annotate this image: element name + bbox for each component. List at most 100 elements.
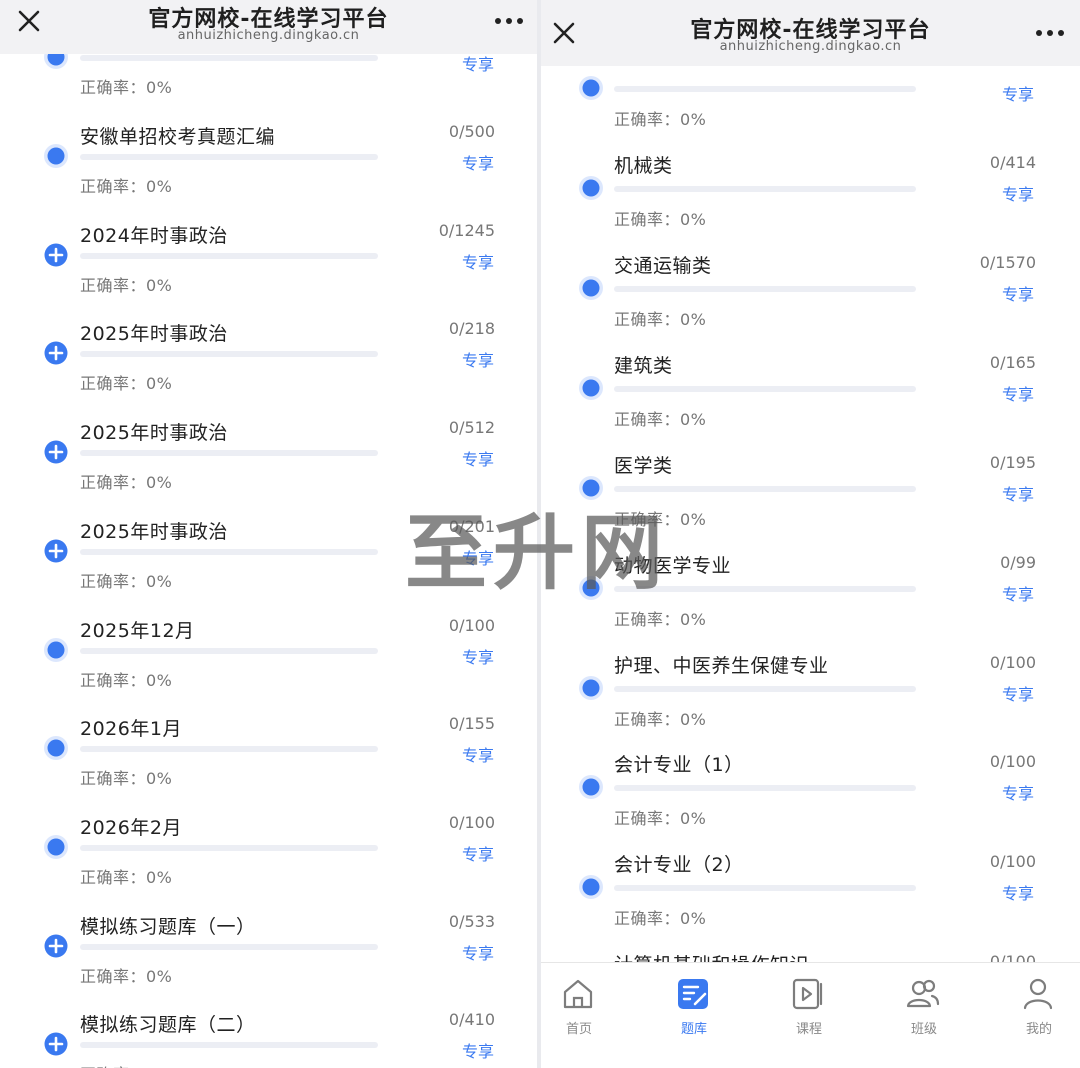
item-progress-count: 0/99 [1000,552,1036,572]
dot-icon[interactable] [578,675,604,701]
right-phone-screen: 专享 正确率：0% 机械类 0/414 专享 正确率：0% 交通运输类 0/1570 专享 正确率… [541,0,1080,1068]
dot-icon[interactable] [43,735,69,761]
item-progress-count: 0/100 [989,852,1036,872]
progress-bar [614,885,916,892]
dot-icon[interactable] [578,575,604,601]
list-item[interactable]: 2025年时事政治 0/201 专享 正确率：0% [0,505,537,604]
plus-circle-icon[interactable] [43,242,69,268]
exclusive-tag[interactable]: 专享 [1002,780,1034,804]
more-options-icon[interactable] [493,16,525,26]
list-item[interactable]: 模拟练习题库（二） 0/410 专享正确率：0% [0,998,537,1068]
exclusive-tag[interactable]: 专享 [462,51,494,75]
item-title: 2026年2月 [80,816,182,839]
plus-circle-icon[interactable] [43,439,69,465]
tab-course-play[interactable]: 课程 [769,963,849,1053]
list-item[interactable]: 交通运输类 0/1570 专享 正确率：0% [541,226,1080,329]
plus-circle-icon[interactable] [43,933,69,959]
plus-circle-icon[interactable] [43,1031,69,1057]
progress-bar [80,351,378,358]
exclusive-tag[interactable]: 专享 [462,742,494,766]
item-progress-count: 0/155 [448,714,495,734]
exclusive-tag[interactable]: 专享 [1002,181,1034,205]
exclusive-tag[interactable]: 专享 [462,150,494,174]
item-title: 医学类 [614,454,673,477]
plus-circle-icon[interactable] [43,340,69,366]
exclusive-tag[interactable]: 专享 [462,347,494,371]
progress-bar [80,1042,378,1049]
profile-icon [1019,975,1057,1013]
list-item[interactable]: 安徽单招校考真题汇编 0/500 专享 正确率：0% [0,110,537,209]
exclusive-tag[interactable]: 专享 [1002,81,1034,105]
exclusive-tag[interactable]: 专享 [462,940,494,964]
accuracy-rate: 正确率：0% [80,374,173,394]
exclusive-tag[interactable]: 专享 [1002,681,1034,705]
exclusive-tag[interactable]: 专享 [462,1038,494,1062]
list-item[interactable]: 2026年2月 0/100 专享 正确率：0% [0,801,537,900]
dot-icon[interactable] [43,834,69,860]
accuracy-rate: 正确率：0% [80,769,173,789]
dot-icon[interactable] [578,75,604,101]
exclusive-tag[interactable]: 专享 [1002,481,1034,505]
exclusive-tag[interactable]: 专享 [1002,281,1034,305]
dot-icon[interactable] [578,774,604,800]
exclusive-tag[interactable]: 专享 [462,841,494,865]
exclusive-tag[interactable]: 专享 [462,644,494,668]
list-item[interactable]: 会计专业（1） 0/100 专享 正确率：0% [541,725,1080,828]
tab-home[interactable]: 首页 [541,963,619,1053]
progress-bar [614,585,916,592]
left-browser-header: 官方网校-在线学习平台 anhuizhicheng.dingkao.cn [0,0,537,54]
item-title: 2025年时事政治 [80,422,228,445]
item-title: 机械类 [614,155,673,177]
tab-label: 题库 [680,1022,707,1037]
item-title: 会计专业（1） [614,754,744,777]
dot-icon[interactable] [578,375,604,401]
tab-label: 我的 [1025,1022,1052,1037]
item-title: 会计专业（2） [614,854,744,877]
accuracy-rate: 正确率：0% [80,275,173,295]
progress-bar [80,55,378,61]
dot-icon[interactable] [43,637,69,663]
dot-icon[interactable] [578,874,604,900]
list-item[interactable]: 2025年12月 0/100 专享 正确率：0% [0,604,537,703]
list-item[interactable]: 模拟练习题库（一） 0/533 专享 正确率：0% [0,900,537,999]
accuracy-rate: 正确率：0% [80,966,173,986]
list-item[interactable]: 2026年1月 0/155 专享 正确率：0% [0,702,537,801]
list-item[interactable]: 机械类 0/414 专享 正确率：0% [541,126,1080,229]
exclusive-tag[interactable]: 专享 [1002,381,1034,405]
left-phone-screen: 专享 正确率：0% 安徽单招校考真题汇编 0/500 专享 正确率：0% 2024年时事政治… [0,0,537,1068]
dot-icon[interactable] [43,143,69,169]
item-title: 动物医学专业 [614,554,732,577]
plus-circle-icon[interactable] [43,538,69,564]
more-options-icon[interactable] [1034,28,1066,38]
accuracy-rate: 正确率：0% [80,571,173,591]
tab-question-bank[interactable]: 题库 [654,963,734,1053]
list-item[interactable]: 2025年时事政治 0/218 专享 正确率：0% [0,307,537,406]
list-item[interactable]: 2024年时事政治 0/1245 专享正确率：0% [0,209,537,308]
exclusive-tag[interactable]: 专享 [1002,880,1034,904]
item-title: 模拟练习题库（二） [80,1014,256,1037]
list-item[interactable]: 护理、中医养生保健专业 0/100 专享 正确率：0% [541,626,1080,729]
exclusive-tag[interactable]: 专享 [462,249,494,273]
tab-label: 首页 [565,1022,592,1037]
list-item[interactable]: 2025年时事政治 0/512 专享 正确率：0% [0,406,537,505]
dot-icon[interactable] [578,475,604,501]
item-progress-count: 0/414 [989,153,1036,172]
tab-profile[interactable]: 我的 [999,963,1079,1053]
exclusive-tag[interactable]: 专享 [462,446,494,470]
dot-icon[interactable] [578,275,604,301]
accuracy-rate: 正确率：0% [80,670,173,690]
list-item[interactable]: 医学类 0/195 专享 正确率：0% [541,426,1080,529]
accuracy-rate: 正确率：0% [80,473,173,493]
progress-bar [614,186,916,192]
exclusive-tag[interactable]: 专享 [1002,581,1034,605]
list-item[interactable]: 建筑类 0/165 专享 正确率：0% [541,326,1080,429]
progress-bar [80,746,378,753]
exclusive-tag[interactable]: 专享 [462,545,494,569]
progress-bar [80,252,378,259]
item-progress-count: 0/1245 [438,220,495,240]
list-item[interactable]: 会计专业（2） 0/100 专享 正确率：0% [541,825,1080,928]
dot-icon[interactable] [578,175,604,201]
list-item[interactable]: 动物医学专业 0/99 专享 正确率：0% [541,526,1080,629]
tab-class-group[interactable]: 班级 [884,963,964,1053]
item-title: 2024年时事政治 [80,224,228,247]
